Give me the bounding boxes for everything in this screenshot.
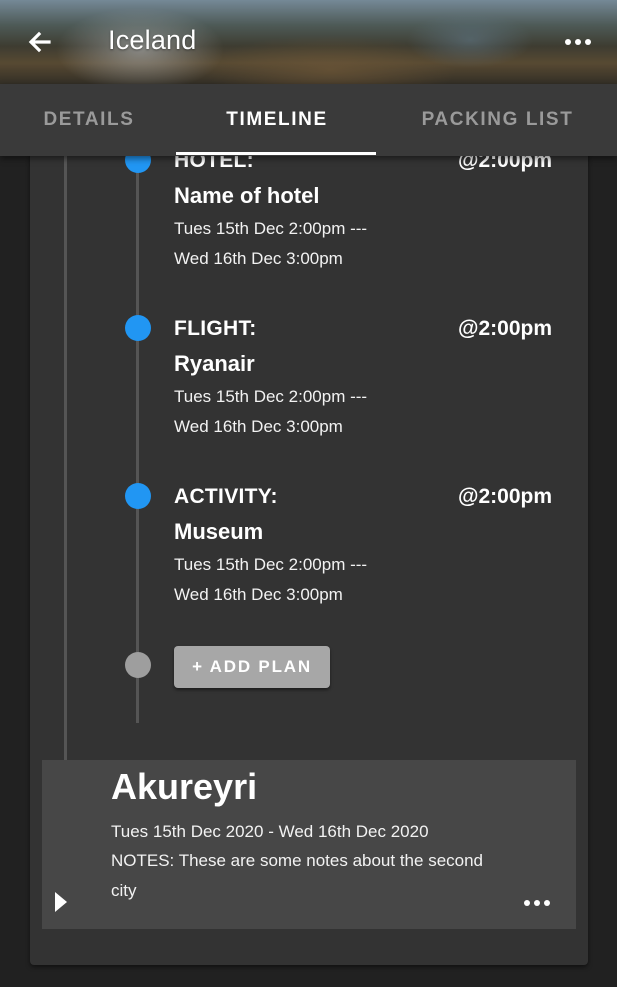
plan-name: Museum (174, 519, 264, 544)
city-timeline-panel: HOTEL: @2:00pm Name of hotel Tues 15th D… (30, 140, 588, 965)
add-plan-dot (125, 652, 151, 678)
tab-packing-list[interactable]: PACKING LIST (400, 84, 595, 156)
app-header: Iceland (0, 0, 617, 84)
plan-dates: Tues 15th Dec 2:00pm --- Wed 16th Dec 3:… (174, 382, 434, 442)
plan-dates: Tues 15th Dec 2:00pm --- Wed 16th Dec 3:… (174, 550, 434, 610)
city-name: Akureyri (111, 766, 258, 807)
add-plan-button[interactable]: + ADD PLAN (174, 646, 330, 688)
city-more-options-icon[interactable] (522, 893, 552, 913)
tab-bar: DETAILS TIMELINE PACKING LIST (0, 84, 617, 156)
plan-time: @2:00pm (457, 317, 552, 340)
plan-start-date: Tues 15th Dec 2:00pm --- (174, 387, 368, 406)
page-title: Iceland (108, 25, 197, 55)
timeline-dot (125, 483, 151, 509)
tab-timeline[interactable]: TIMELINE (196, 84, 358, 156)
plan-type-label: ACTIVITY: (174, 485, 278, 508)
timeline-dot (125, 315, 151, 341)
plan-dates: Tues 15th Dec 2:00pm --- Wed 16th Dec 3:… (174, 214, 434, 274)
city-dates: Tues 15th Dec 2020 - Wed 16th Dec 2020 (111, 822, 429, 841)
header-image-overlay (0, 0, 617, 84)
plan-type-label: FLIGHT: (174, 317, 257, 340)
expand-triangle-icon[interactable] (52, 888, 70, 916)
tab-details[interactable]: DETAILS (22, 84, 156, 156)
active-tab-indicator (176, 152, 376, 155)
plan-end-date: Wed 16th Dec 3:00pm (174, 417, 343, 436)
plan-timeline-line (136, 150, 139, 723)
plan-time: @2:00pm (457, 485, 552, 508)
plan-name: Name of hotel (174, 183, 320, 208)
city-timeline-line (64, 140, 67, 760)
plan-start-date: Tues 15th Dec 2:00pm --- (174, 555, 368, 574)
plan-end-date: Wed 16th Dec 3:00pm (174, 585, 343, 604)
plan-name: Ryanair (174, 351, 255, 376)
city-card[interactable]: Akureyri Tues 15th Dec 2020 - Wed 16th D… (42, 760, 576, 929)
more-options-icon[interactable] (563, 30, 593, 54)
plan-start-date: Tues 15th Dec 2:00pm --- (174, 219, 368, 238)
plan-end-date: Wed 16th Dec 3:00pm (174, 249, 343, 268)
back-arrow-icon[interactable] (22, 24, 58, 60)
city-notes: NOTES: These are some notes about the se… (111, 851, 484, 900)
